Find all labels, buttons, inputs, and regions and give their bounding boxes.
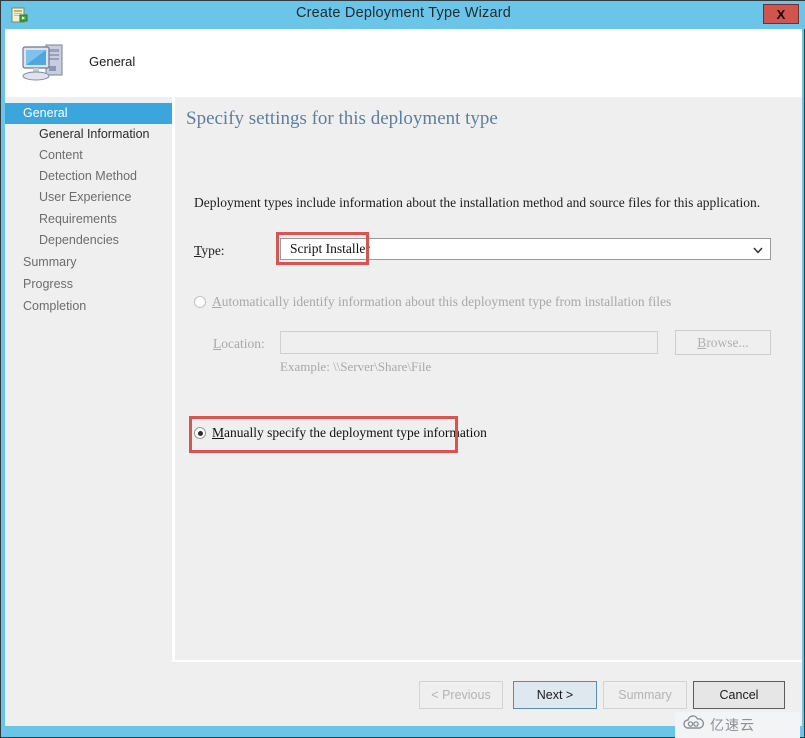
cloud-logo-icon	[683, 715, 705, 735]
wizard-sidebar: General General Information Content Detecti…	[5, 97, 172, 727]
wizard-main-panel: Specify settings for this deployment typ…	[175, 97, 802, 727]
next-button[interactable]: Next >	[513, 681, 597, 709]
location-input[interactable]	[280, 331, 658, 354]
sidebar-item-user-experience[interactable]: User Experience	[5, 187, 172, 208]
cancel-button[interactable]: Cancel	[693, 681, 785, 709]
header-title: General	[89, 54, 136, 69]
sidebar-item-general[interactable]: General	[5, 103, 172, 124]
watermark-text: 亿速云	[710, 718, 755, 734]
manual-option-mnemonic: M	[212, 425, 225, 440]
watermark: 亿速云	[675, 712, 800, 738]
location-label-mnemonic: L	[213, 336, 222, 351]
browse-button-label-rest: rowse...	[706, 335, 749, 350]
sidebar-item-completion[interactable]: Completion	[5, 296, 172, 317]
sidebar-item-summary[interactable]: Summary	[5, 252, 172, 273]
radio-button-unselected-icon[interactable]	[194, 296, 206, 308]
sidebar-item-detection-method[interactable]: Detection Method	[5, 166, 172, 187]
close-button[interactable]: X	[763, 4, 799, 24]
create-deployment-type-wizard-window: Create Deployment Type Wizard X General	[0, 0, 805, 738]
auto-identify-radio-option[interactable]: Automatically identify information about…	[194, 294, 671, 310]
type-dropdown-value: Script Installer	[290, 241, 370, 256]
previous-button: < Previous	[419, 681, 503, 709]
sidebar-item-general-information[interactable]: General Information	[5, 124, 172, 145]
intro-description: Deployment types include information abo…	[194, 195, 761, 210]
type-label-rest: ype:	[201, 243, 225, 258]
sidebar-item-requirements[interactable]: Requirements	[5, 209, 172, 230]
radio-button-selected-icon[interactable]	[194, 427, 206, 439]
location-label: Location:	[213, 336, 265, 352]
wizard-header: General	[5, 29, 802, 97]
auto-option-label: utomatically identify information about …	[221, 294, 672, 309]
browse-button-mnemonic: B	[697, 335, 707, 350]
type-dropdown[interactable]: Script Installer	[280, 238, 771, 260]
title-bar[interactable]: Create Deployment Type Wizard X	[1, 1, 805, 29]
sidebar-item-progress[interactable]: Progress	[5, 274, 172, 295]
manual-specify-radio-option[interactable]: Manually specify the deployment type inf…	[194, 425, 487, 441]
summary-button: Summary	[603, 681, 687, 709]
manual-option-label: anually specify the deployment type info…	[224, 425, 487, 440]
location-label-rest: ocation:	[221, 336, 265, 351]
computer-icon	[19, 39, 71, 87]
chevron-down-icon	[752, 243, 764, 255]
sidebar-item-content[interactable]: Content	[5, 145, 172, 166]
page-title: Specify settings for this deployment typ…	[186, 108, 498, 129]
location-example-text: Example: \\Server\Share\File	[280, 359, 432, 374]
auto-option-mnemonic: A	[212, 294, 222, 309]
type-label: Type:	[194, 243, 225, 259]
browse-button[interactable]: Browse...	[675, 330, 771, 355]
window-title: Create Deployment Type Wizard	[295, 5, 512, 21]
sidebar-item-dependencies[interactable]: Dependencies	[5, 230, 172, 251]
